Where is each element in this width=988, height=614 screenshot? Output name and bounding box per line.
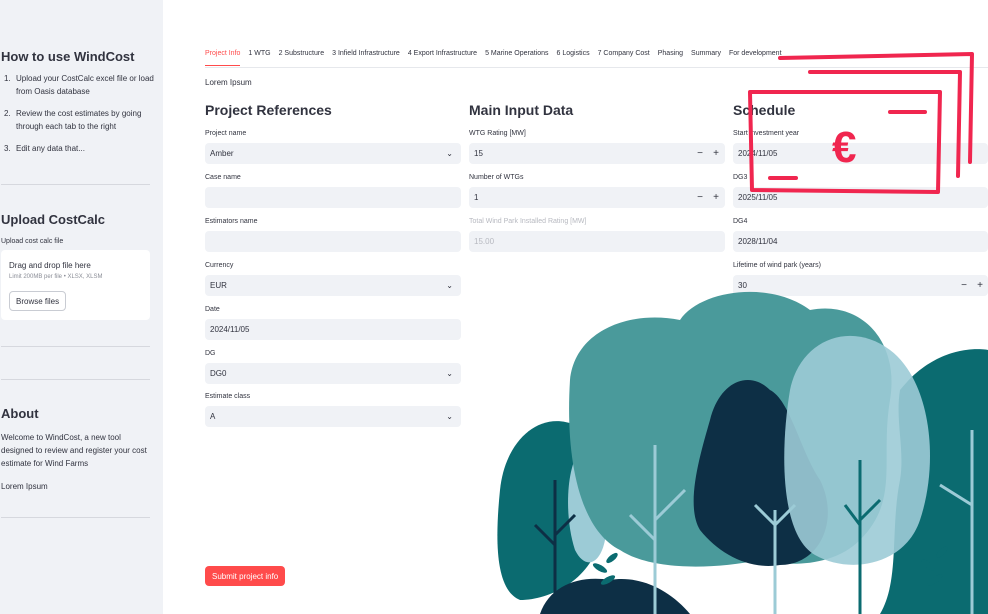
- chevron-down-icon: ⌄: [446, 369, 453, 378]
- tab-wtg[interactable]: 1 WTG: [248, 50, 270, 66]
- dg-value: DG0: [210, 369, 227, 378]
- euro-symbol: €: [832, 123, 856, 172]
- money-banknote-icon: €: [748, 52, 974, 194]
- tab-phasing[interactable]: Phasing: [658, 50, 683, 66]
- case-name-input[interactable]: [205, 187, 461, 208]
- file-dropzone[interactable]: Drag and drop file here Limit 200MB per …: [1, 250, 150, 320]
- wtg-rating-input[interactable]: 15 − +: [469, 143, 725, 164]
- estimators-name-label: Estimators name: [205, 218, 258, 225]
- about-title: About: [1, 406, 39, 421]
- decrement-button[interactable]: −: [697, 143, 703, 164]
- tab-substructure[interactable]: 2 Substructure: [279, 50, 325, 66]
- sidebar: How to use WindCost 1. Upload your CostCa…: [0, 0, 163, 614]
- date-label: Date: [205, 306, 220, 313]
- how-to-steps: 1. Upload your CostCalc excel file or loa…: [0, 72, 155, 164]
- tab-bar: Project Info 1 WTG 2 Substructure 3 Infi…: [205, 50, 790, 66]
- lifetime-label: Lifetime of wind park (years): [733, 262, 821, 269]
- sidebar-divider: [1, 517, 150, 518]
- dg4-input[interactable]: 2028/11/04: [733, 231, 988, 252]
- project-references-title: Project References: [205, 102, 332, 118]
- project-name-select[interactable]: Amber ⌄: [205, 143, 461, 164]
- wtg-rating-label: WTG Rating [MW]: [469, 130, 526, 137]
- about-lorem: Lorem Ipsum: [1, 482, 48, 491]
- tab-marine-operations[interactable]: 5 Marine Operations: [485, 50, 548, 66]
- project-name-value: Amber: [210, 149, 234, 158]
- tab-project-info[interactable]: Project Info: [205, 50, 241, 66]
- increment-button[interactable]: +: [713, 143, 719, 164]
- about-text: Welcome to WindCost, a new tool designed…: [1, 433, 147, 468]
- currency-label: Currency: [205, 262, 234, 269]
- dropzone-limit: Limit 200MB per file • XLSX, XLSM: [9, 274, 103, 280]
- submit-project-info-button[interactable]: Submit project info: [205, 566, 286, 586]
- tree-illustration: [497, 291, 988, 614]
- dg-select[interactable]: DG0 ⌄: [205, 363, 461, 384]
- dg4-label: DG4: [733, 218, 748, 225]
- tab-logistics[interactable]: 6 Logistics: [557, 50, 590, 66]
- increment-button[interactable]: +: [713, 187, 719, 208]
- main-lorem: Lorem Ipsum: [205, 78, 252, 87]
- browse-files-button[interactable]: Browse files: [9, 291, 67, 311]
- project-name-label: Project name: [205, 130, 247, 137]
- date-input[interactable]: 2024/11/05: [205, 319, 461, 340]
- sidebar-divider: [1, 184, 150, 185]
- num-wtgs-input[interactable]: 1 − +: [469, 187, 725, 208]
- list-item: 1. Upload your CostCalc excel file or loa…: [4, 74, 154, 96]
- list-item: 3. Edit any data that...: [4, 144, 85, 153]
- num-wtgs-value: 1: [474, 193, 479, 202]
- upload-title: Upload CostCalc: [1, 212, 106, 227]
- chevron-down-icon: ⌄: [446, 149, 453, 158]
- currency-value: EUR: [210, 281, 227, 290]
- estimate-class-value: A: [210, 412, 216, 421]
- dropzone-text: Drag and drop file here: [9, 261, 91, 270]
- decrement-button[interactable]: −: [697, 187, 703, 208]
- sidebar-divider: [1, 379, 150, 380]
- chevron-down-icon: ⌄: [446, 281, 453, 290]
- currency-select[interactable]: EUR ⌄: [205, 275, 461, 296]
- tab-infield-infrastructure[interactable]: 3 Infield Infrastructure: [332, 50, 400, 66]
- tab-company-cost[interactable]: 7 Company Cost: [598, 50, 650, 66]
- how-to-title: How to use WindCost: [1, 49, 135, 64]
- num-wtgs-label: Number of WTGs: [469, 174, 524, 181]
- estimate-class-label: Estimate class: [205, 393, 251, 400]
- case-name-label: Case name: [205, 174, 241, 181]
- main-input-title: Main Input Data: [469, 102, 574, 118]
- sidebar-divider: [1, 346, 150, 347]
- tab-export-infrastructure[interactable]: 4 Export Infrastructure: [408, 50, 477, 66]
- wtg-rating-value: 15: [474, 149, 483, 158]
- total-rating-label: Total Wind Park Installed Rating [MW]: [469, 218, 587, 225]
- upload-label: Upload cost calc file: [1, 238, 64, 245]
- estimators-name-input[interactable]: [205, 231, 461, 252]
- chevron-down-icon: ⌄: [446, 412, 453, 421]
- estimate-class-select[interactable]: A ⌄: [205, 406, 461, 427]
- tab-summary[interactable]: Summary: [691, 50, 721, 66]
- dg-label: DG: [205, 350, 216, 357]
- list-item: 2. Review the cost estimates by going thr…: [4, 109, 142, 131]
- total-rating-field: 15.00: [469, 231, 725, 252]
